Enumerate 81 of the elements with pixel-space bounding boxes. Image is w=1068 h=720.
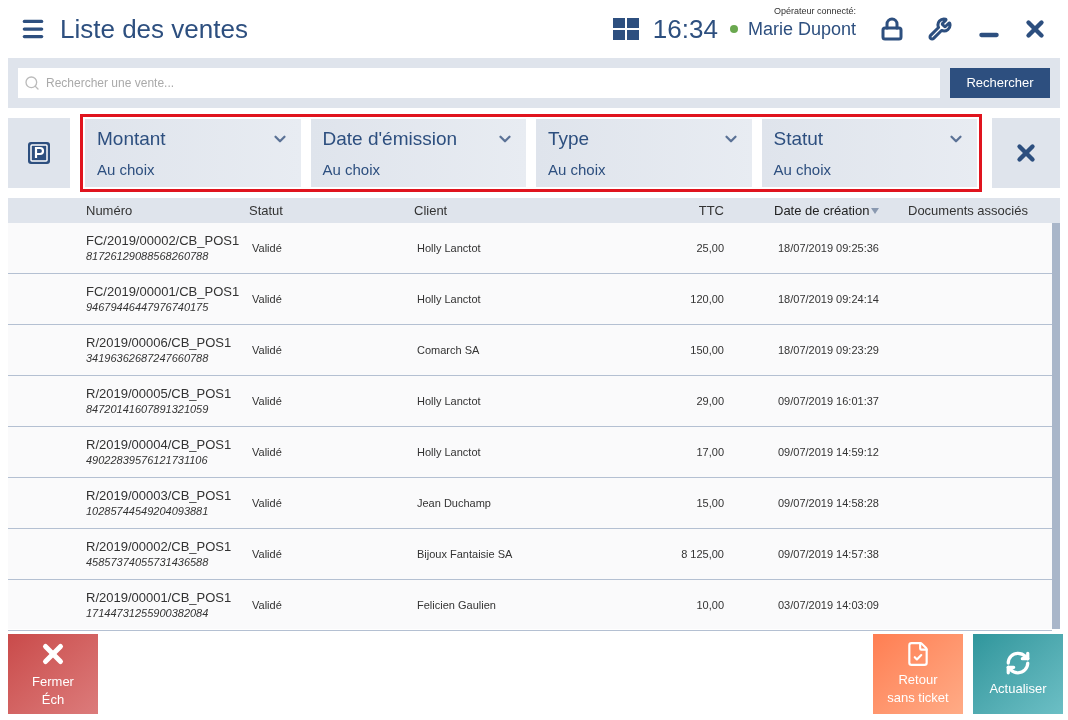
- sale-code: 17144731255900382084: [86, 606, 210, 621]
- amount-ttc: 15,00: [695, 495, 724, 511]
- column-header[interactable]: TTC: [698, 200, 724, 221]
- creation-date: 09/07/2019 16:01:37: [777, 393, 880, 409]
- client-name: Jean Duchamp: [416, 495, 492, 511]
- creation-date: 18/07/2019 09:25:36: [777, 240, 880, 256]
- sale-code: 45857374055731436588: [86, 555, 210, 570]
- amount-ttc: 120,00: [689, 291, 724, 307]
- page-title: Liste des ventes: [60, 12, 248, 46]
- client-name: Holly Lanctot: [416, 393, 482, 409]
- amount-ttc: 8 125,00: [680, 546, 724, 562]
- status-text: Validé: [251, 342, 283, 358]
- clock-time: 16:34: [652, 12, 718, 46]
- status-text: Validé: [251, 444, 283, 460]
- amount-ttc: 150,00: [689, 342, 724, 358]
- client-name: Holly Lanctot: [416, 444, 482, 460]
- amount-ttc: 29,00: [695, 393, 724, 409]
- sale-code: 34196362687247660788: [86, 351, 210, 366]
- sale-number: FC/2019/00001/CB_POS1: [86, 283, 241, 300]
- sale-number: FC/2019/00002/CB_POS1: [86, 232, 241, 249]
- sale-code: 94679446447976740175: [86, 300, 210, 315]
- status-text: Validé: [251, 546, 283, 562]
- clear-filters-button[interactable]: [992, 118, 1060, 188]
- sale-row[interactable]: R/2019/00006/CB_POS1 34196362687247660788 Validé Comarch SA 150,00 18/07/2019 09:23:29: [8, 325, 1052, 376]
- search-button[interactable]: Rechercher: [950, 68, 1050, 98]
- column-header[interactable]: Documents associés: [908, 200, 1028, 221]
- search-icon: [24, 75, 40, 91]
- filter-dropdown[interactable]: Montant Au choix: [85, 118, 301, 187]
- client-name: Holly Lanctot: [416, 240, 482, 256]
- filter-dropdown[interactable]: Type Au choix: [536, 118, 752, 187]
- document-check-icon: [905, 641, 931, 667]
- scrollbar[interactable]: [1052, 223, 1060, 629]
- creation-date: 09/07/2019 14:59:12: [777, 444, 880, 460]
- sale-row[interactable]: R/2019/00002/CB_POS1 45857374055731436588 Validé Bijoux Fantaisie SA 8 125,00 09/07/2019 14:57:38: [8, 529, 1052, 580]
- amount-ttc: 10,00: [695, 597, 724, 613]
- sort-arrow-icon: [871, 207, 880, 214]
- creation-date: 18/07/2019 09:24:14: [777, 291, 880, 307]
- status-text: Validé: [251, 495, 283, 511]
- sale-number: R/2019/00005/CB_POS1: [86, 385, 233, 402]
- status-text: Validé: [251, 393, 283, 409]
- sale-number: R/2019/00004/CB_POS1: [86, 436, 233, 453]
- creation-date: 09/07/2019 14:58:28: [777, 495, 880, 511]
- sale-row[interactable]: R/2019/00001/CB_POS1 17144731255900382084 Validé Felicien Gaulien 10,00 03/07/2019 14:03:09: [8, 580, 1052, 631]
- column-header[interactable]: Client: [414, 200, 448, 221]
- status-text: Validé: [251, 240, 283, 256]
- client-name: Bijoux Fantaisie SA: [416, 546, 514, 562]
- creation-date: 18/07/2019 09:23:29: [777, 342, 880, 358]
- parking-icon[interactable]: [27, 141, 51, 165]
- sale-number: R/2019/00006/CB_POS1: [86, 334, 233, 351]
- client-name: Holly Lanctot: [416, 291, 482, 307]
- status-text: Validé: [251, 597, 283, 613]
- column-header[interactable]: Statut: [249, 200, 283, 221]
- column-header[interactable]: Numéro: [86, 200, 133, 221]
- amount-ttc: 25,00: [695, 240, 724, 256]
- creation-date: 09/07/2019 14:57:38: [777, 546, 880, 562]
- sale-code: 84720141607891321059: [86, 402, 210, 417]
- refresh-icon: [1005, 650, 1031, 676]
- sale-code: 49022839576121731106: [86, 453, 209, 468]
- status-text: Validé: [251, 291, 283, 307]
- client-name: Comarch SA: [416, 342, 481, 358]
- sale-number: R/2019/00003/CB_POS1: [86, 487, 233, 504]
- column-header[interactable]: Date de création: [774, 200, 870, 221]
- client-name: Felicien Gaulien: [416, 597, 497, 613]
- sale-row[interactable]: R/2019/00005/CB_POS1 84720141607891321059 Validé Holly Lanctot 29,00 09/07/2019 16:01:37: [8, 376, 1052, 427]
- tiles-icon[interactable]: [612, 18, 639, 40]
- operator-name: Marie Dupont: [747, 18, 856, 39]
- sale-number: R/2019/00001/CB_POS1: [86, 589, 233, 606]
- filter-dropdown[interactable]: Date d'émission Au choix: [310, 118, 526, 187]
- creation-date: 03/07/2019 14:03:09: [777, 597, 880, 613]
- sale-code: 81726129088568260788: [86, 249, 210, 264]
- search-field[interactable]: Rechercher une vente...: [18, 68, 940, 98]
- sale-code: 10285744549204093881: [86, 504, 210, 519]
- operator-label: Opérateur connecté:: [773, 5, 856, 19]
- close-action-button[interactable]: Fermer Éch: [8, 634, 98, 714]
- tools-icon[interactable]: [928, 17, 952, 41]
- filter-dropdown[interactable]: Statut Au choix: [761, 118, 977, 187]
- amount-ttc: 17,00: [695, 444, 724, 460]
- sale-row[interactable]: R/2019/00004/CB_POS1 49022839576121731106 Validé Holly Lanctot 17,00 09/07/2019 14:59:12: [8, 427, 1052, 478]
- lock-icon[interactable]: [880, 17, 904, 41]
- sale-row[interactable]: R/2019/00003/CB_POS1 10285744549204093881 Validé Jean Duchamp 15,00 09/07/2019 14:58:28: [8, 478, 1052, 529]
- sale-number: R/2019/00002/CB_POS1: [86, 538, 233, 555]
